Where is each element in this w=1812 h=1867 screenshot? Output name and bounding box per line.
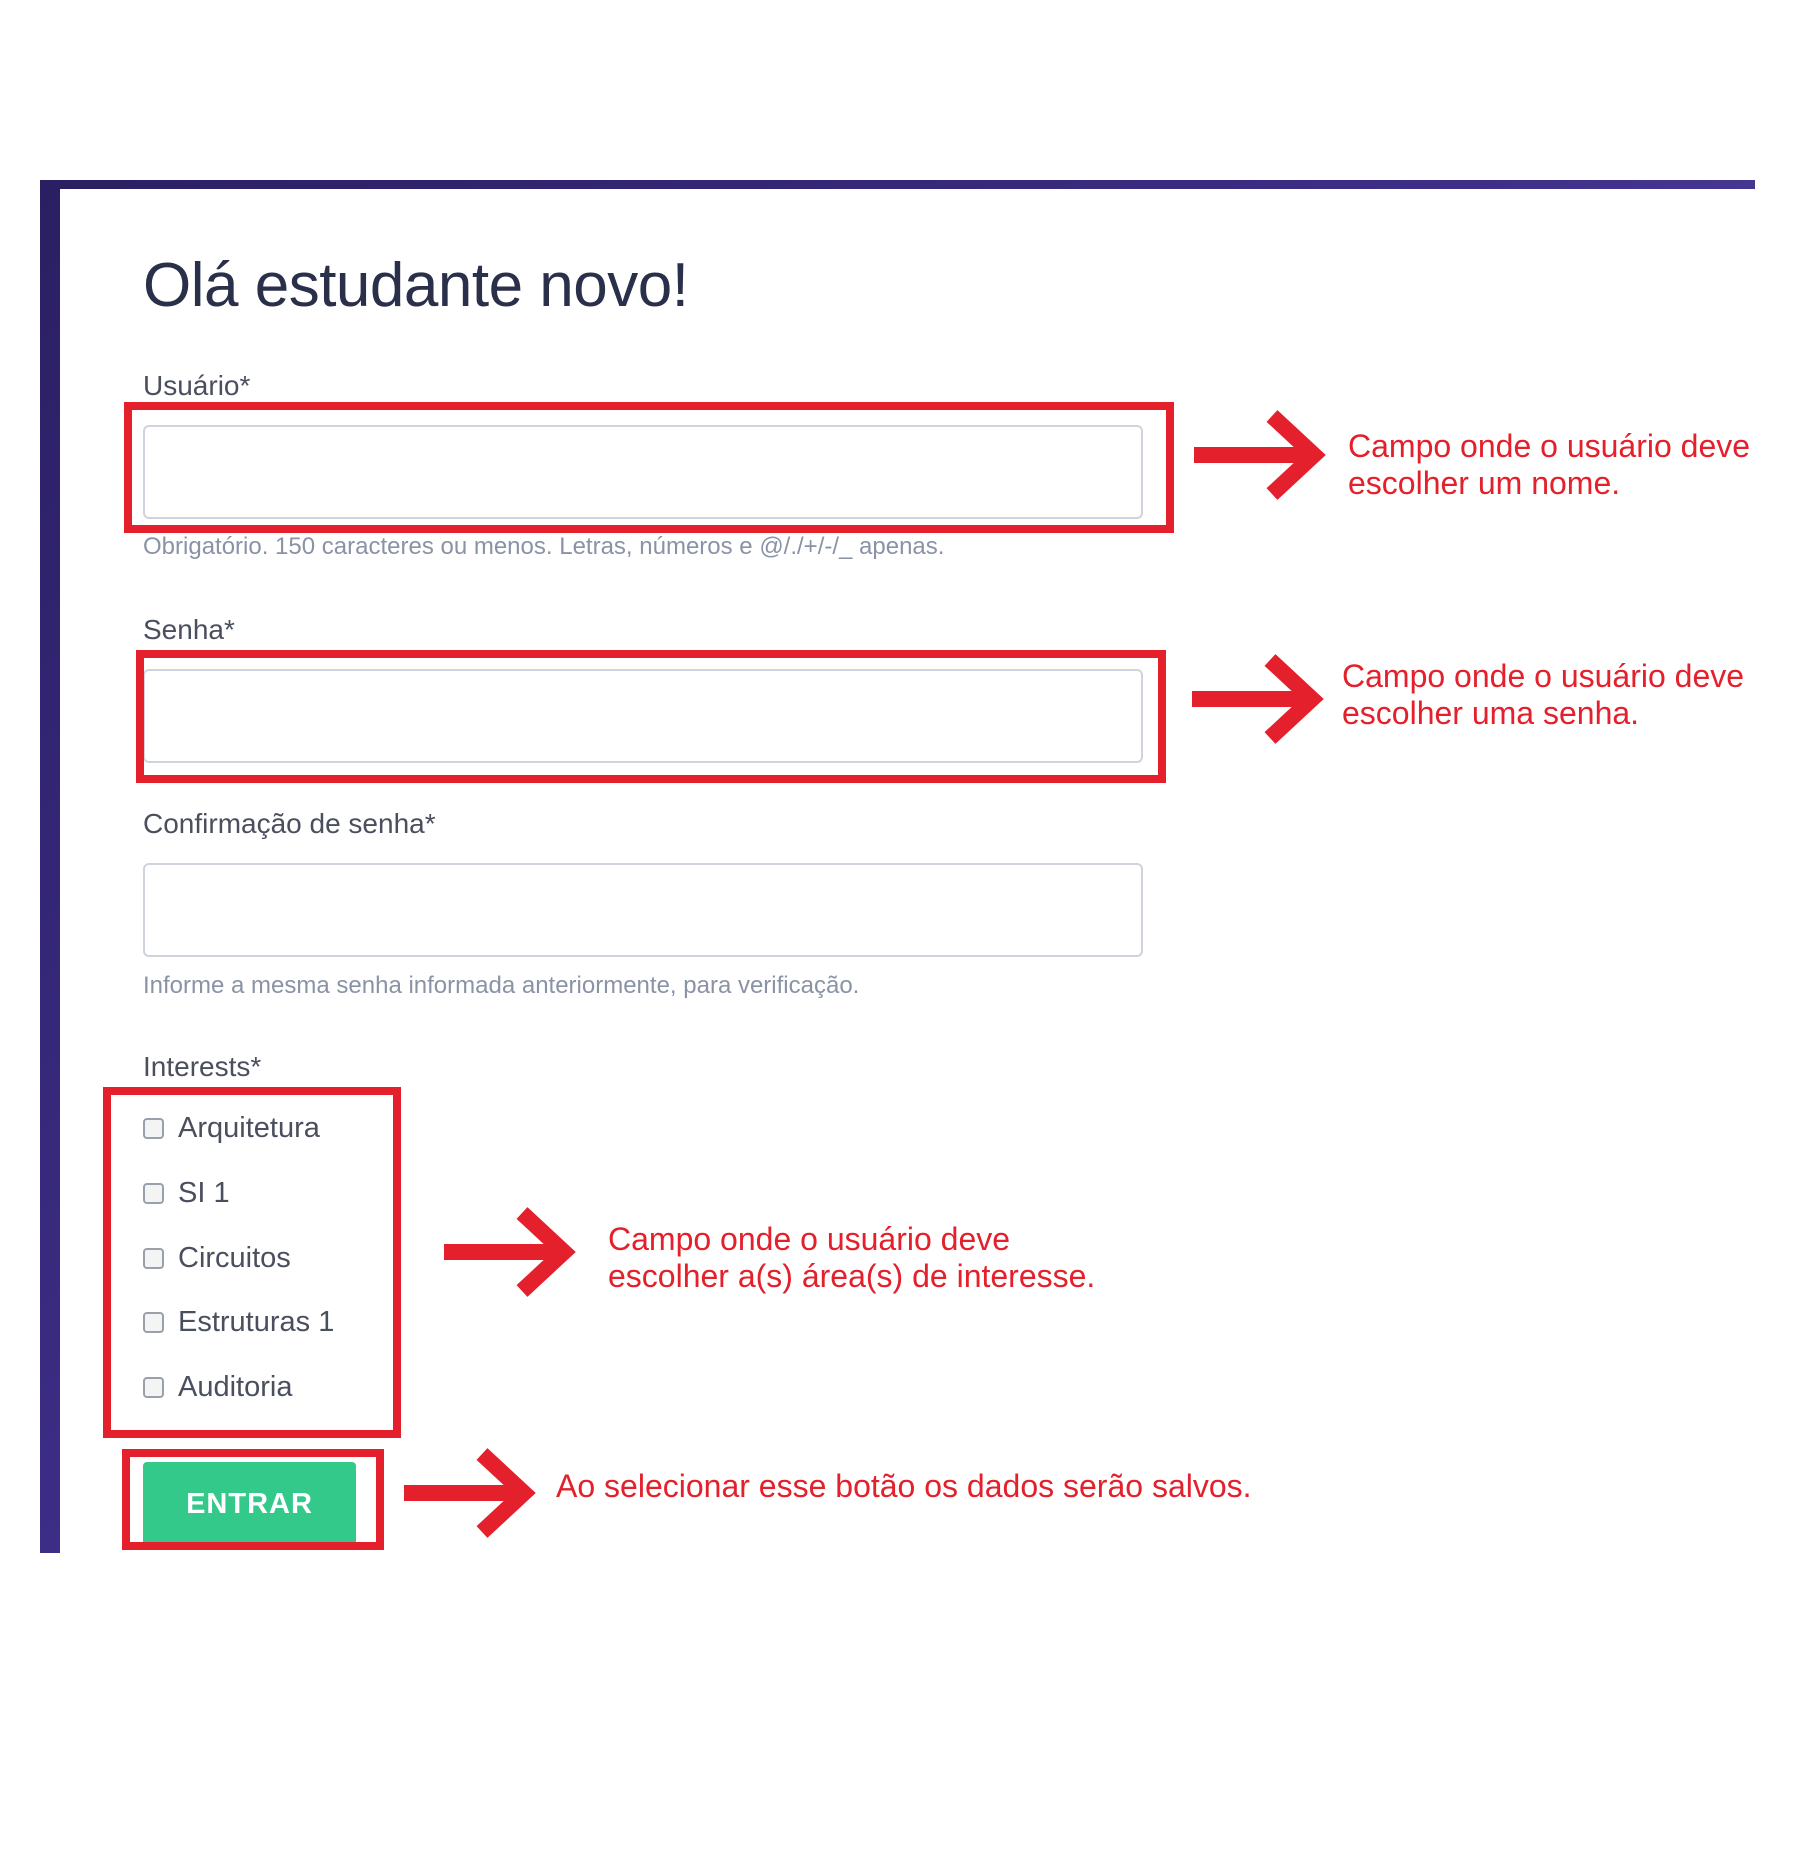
arrow-right-icon [444, 1207, 576, 1297]
annotation-line: escolher uma senha. [1342, 695, 1640, 731]
username-label: Usuário* [143, 370, 251, 401]
arrow-right-icon [404, 1448, 536, 1538]
annotation-line: escolher um nome. [1348, 465, 1621, 501]
arrow-right-icon [1192, 654, 1324, 744]
submit-highlight-box [122, 1449, 384, 1550]
page-title: Olá estudante novo! [143, 251, 689, 320]
annotation-line: escolher a(s) área(s) de interesse. [608, 1258, 1096, 1294]
interests-highlight-box [103, 1087, 401, 1438]
interests-annotation: Campo onde o usuário deve escolher a(s) … [608, 1221, 1095, 1295]
interests-label: Interests* [143, 1051, 262, 1082]
password-confirm-label: Confirmação de senha* [143, 808, 436, 839]
annotation-line: Campo onde o usuário deve [608, 1221, 1011, 1257]
username-help-text: Obrigatório. 150 caracteres ou menos. Le… [143, 533, 945, 560]
username-highlight-box [124, 402, 1174, 533]
annotation-line: Campo onde o usuário deve [1342, 658, 1745, 694]
password-confirm-help-text: Informe a mesma senha informada anterior… [143, 972, 860, 999]
username-annotation: Campo onde o usuário deve escolher um no… [1348, 428, 1750, 502]
password-label: Senha* [143, 614, 235, 645]
password-highlight-box [136, 650, 1166, 783]
password-annotation: Campo onde o usuário deve escolher uma s… [1342, 658, 1744, 732]
arrow-right-icon [1194, 410, 1326, 500]
annotation-line: Campo onde o usuário deve [1348, 428, 1751, 464]
password-confirm-input[interactable] [143, 863, 1143, 957]
submit-annotation: Ao selecionar esse botão os dados serão … [556, 1468, 1252, 1504]
